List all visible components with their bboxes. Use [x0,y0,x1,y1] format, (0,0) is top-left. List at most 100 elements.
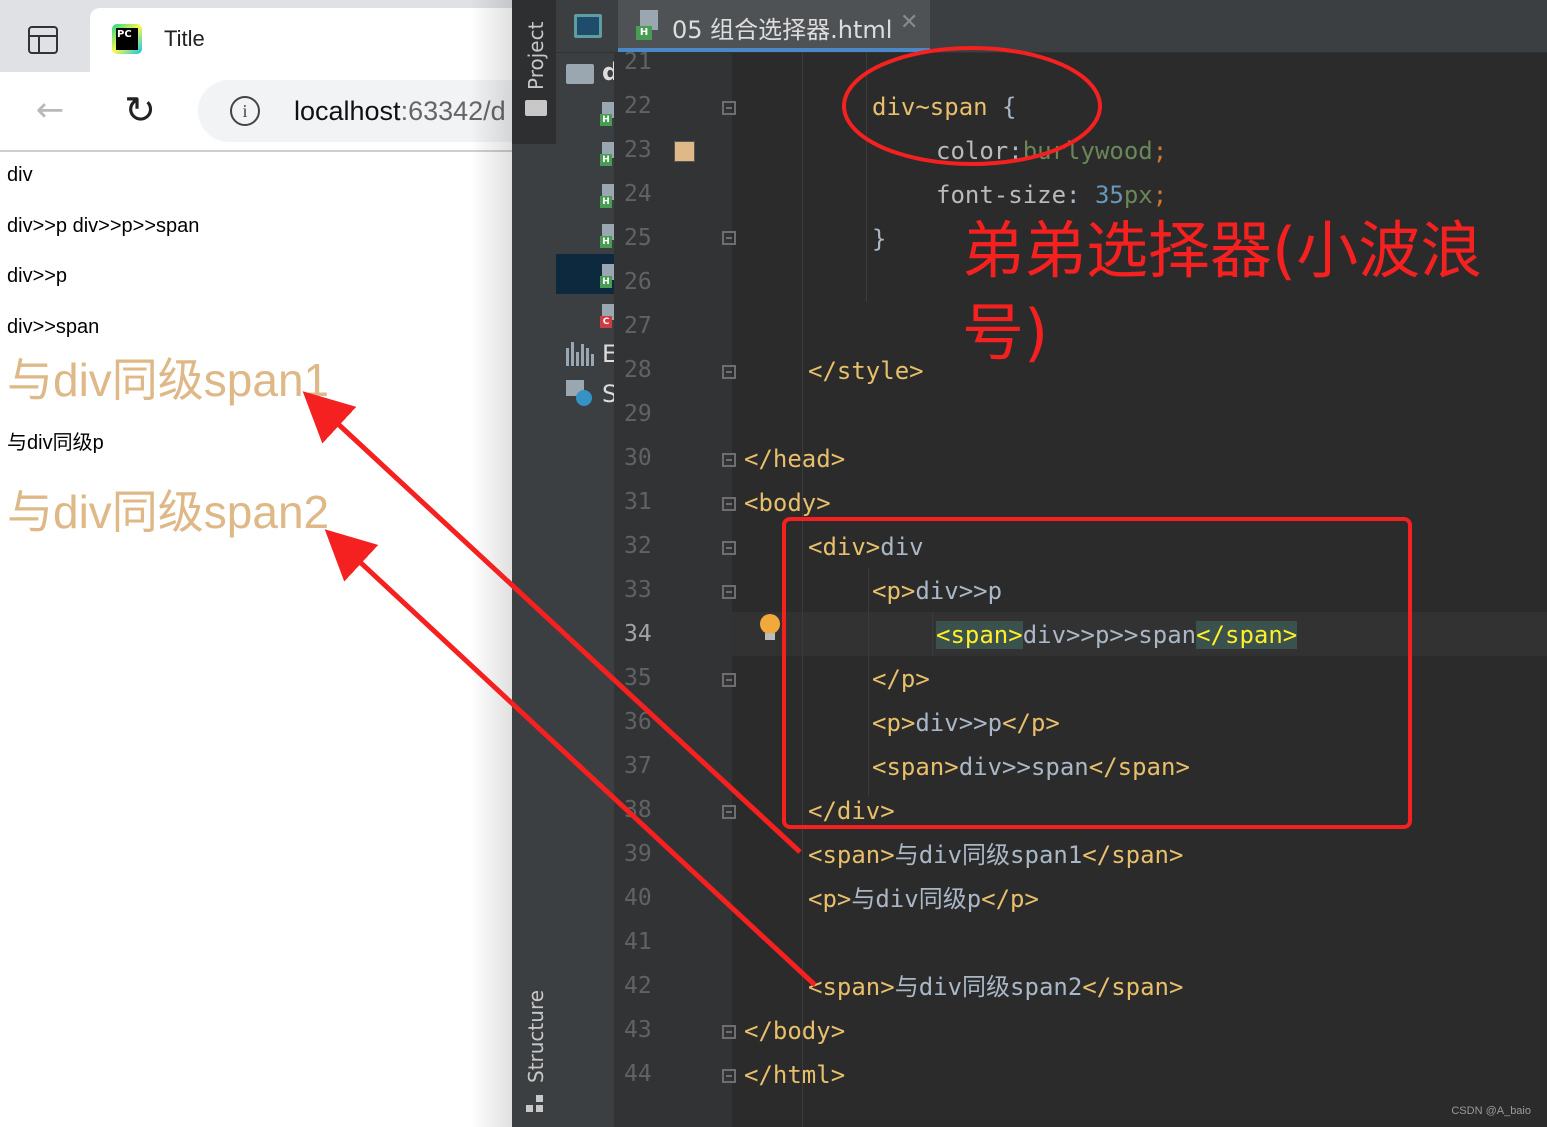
html-file-icon[interactable]: H [600,224,614,252]
code-line-28[interactable]: </style> [808,356,924,386]
code-line-44[interactable]: </html> [744,1060,845,1090]
code-line-40[interactable]: <p>与div同级p</p> [808,884,1039,914]
window-shadow [470,0,512,1127]
page-text-p2: div>>p [7,265,68,287]
info-icon[interactable]: i [230,96,260,126]
browser-tab-active[interactable]: PC Title [90,8,512,72]
fold-marker-icon[interactable] [722,231,736,245]
css-number: 35 [1094,181,1124,209]
line-number: 37 [624,753,652,779]
html-tag-matched: </span> [1196,621,1298,649]
close-icon[interactable]: ✕ [900,10,918,35]
ide-window: Project Structure d H H H H H C E S H 05 [512,0,1547,1127]
reload-icon[interactable]: ↻ [118,88,162,132]
arrow-left-icon[interactable]: ← [30,90,70,130]
html-text: 与div同级span2 [894,973,1083,1001]
line-number: 23 [624,137,652,163]
fold-marker-icon[interactable] [722,805,736,819]
fold-marker-icon[interactable] [722,497,736,511]
code-editor: H 05 组合选择器.html ✕ 21 22 23 24 25 26 27 2… [614,0,1547,1127]
scratches-icon[interactable] [566,380,592,406]
fold-marker-icon[interactable] [722,1025,736,1039]
favicon-text: PC [116,28,138,50]
code-line-36[interactable]: <p>div>>p</p> [872,708,1060,738]
html-badge: H [600,236,612,248]
tool-window-project-button[interactable]: Project [512,0,556,144]
tool-window-structure-button[interactable]: Structure [524,990,548,1083]
html-text: div>>p>>span [1022,621,1197,649]
line-number: 36 [624,709,652,735]
fold-marker-icon[interactable] [722,365,736,379]
html-text: div>>p [915,709,1003,737]
line-number: 42 [624,973,652,999]
css-file-icon[interactable]: C [600,304,614,332]
html-text: 与div同级p [851,885,982,913]
line-number: 30 [624,445,652,471]
tab-sidebar-icon[interactable] [28,26,58,54]
line-number-current: 34 [624,621,652,647]
html-badge: H [600,276,612,288]
code-line-24[interactable]: font-size: 35px; [936,180,1167,210]
code-line-39[interactable]: <span>与div同级span1</span> [808,840,1183,870]
color-swatch-icon[interactable] [674,141,695,162]
fold-marker-icon[interactable] [722,1069,736,1083]
html-file-icon[interactable]: H [600,142,614,170]
html-tag: <div> [808,533,881,561]
editor-file-tab[interactable]: H 05 组合选择器.html ✕ [618,0,930,52]
code-token: : [1066,181,1095,209]
fold-marker-icon[interactable] [722,453,736,467]
line-number: 32 [624,533,652,559]
code-line-43[interactable]: </body> [744,1016,845,1046]
folder-icon [525,100,547,116]
html-badge: H [600,196,612,208]
code-line-23[interactable]: color:burlywood; [936,136,1167,166]
code-line-31[interactable]: <body> [744,488,831,518]
code-line-33[interactable]: <p>div>>p [872,576,1002,606]
fold-marker-icon[interactable] [722,541,736,555]
line-number: 25 [624,225,652,251]
html-tag: </span> [1088,753,1190,781]
html-text: div>>span [958,753,1089,781]
file-tab-name: 05 组合选择器.html [672,16,893,44]
browser-nav-bar: ← ↻ i localhost:63342/d [0,72,512,152]
annotation-label: 弟弟选择器(小波浪号) [962,214,1483,369]
html-tag: </span> [1082,973,1184,1001]
code-line-22[interactable]: div~span { [872,92,1017,122]
code-line-37[interactable]: <span>div>>span</span> [872,752,1190,782]
code-line-25[interactable]: } [872,224,886,254]
html-file-icon[interactable]: H [600,264,614,292]
html-file-icon[interactable]: H [600,184,614,212]
folder-icon[interactable] [566,64,594,84]
line-number: 22 [624,93,652,119]
code-line-30[interactable]: </head> [744,444,845,474]
css-value: burlywood [1022,137,1153,165]
html-tag: </p> [1002,709,1060,737]
page-text-div: div [7,164,33,186]
fold-marker-icon[interactable] [722,673,736,687]
page-text-sibling-span1: 与div同级span1 [7,354,330,406]
rendered-page: div div>>p div>>p>>span div>>p div>>span… [0,152,512,1127]
code-line-42[interactable]: <span>与div同级span2</span> [808,972,1183,1002]
browser-tab-title: Title [164,26,205,51]
line-number: 40 [624,885,652,911]
code-line-35[interactable]: </p> [872,664,930,694]
panel-layout-icon[interactable] [574,14,602,38]
html-file-icon[interactable]: H [600,102,614,130]
line-number: 21 [624,49,652,75]
page-text-sibling-p: 与div同级p [7,432,104,454]
page-text-p: div>>p div>>p>>span [7,215,200,237]
code-line-34[interactable]: <span>div>>p>>span</span> [936,620,1298,650]
css-unit: px [1123,181,1153,209]
external-libraries-icon[interactable] [566,342,594,366]
html-tag: <span> [808,973,895,1001]
code-line-38[interactable]: </div> [808,796,895,826]
lightbulb-icon[interactable] [760,614,780,642]
page-text-span: div>>span [7,316,100,338]
page-text-sibling-span2: 与div同级span2 [7,486,330,538]
fold-marker-icon[interactable] [722,101,736,115]
fold-marker-icon[interactable] [722,585,736,599]
line-number: 28 [624,357,652,383]
code-line-32[interactable]: <div>div [808,532,924,562]
address-bar[interactable]: i localhost:63342/d [198,80,512,142]
html-tag: <span> [872,753,959,781]
